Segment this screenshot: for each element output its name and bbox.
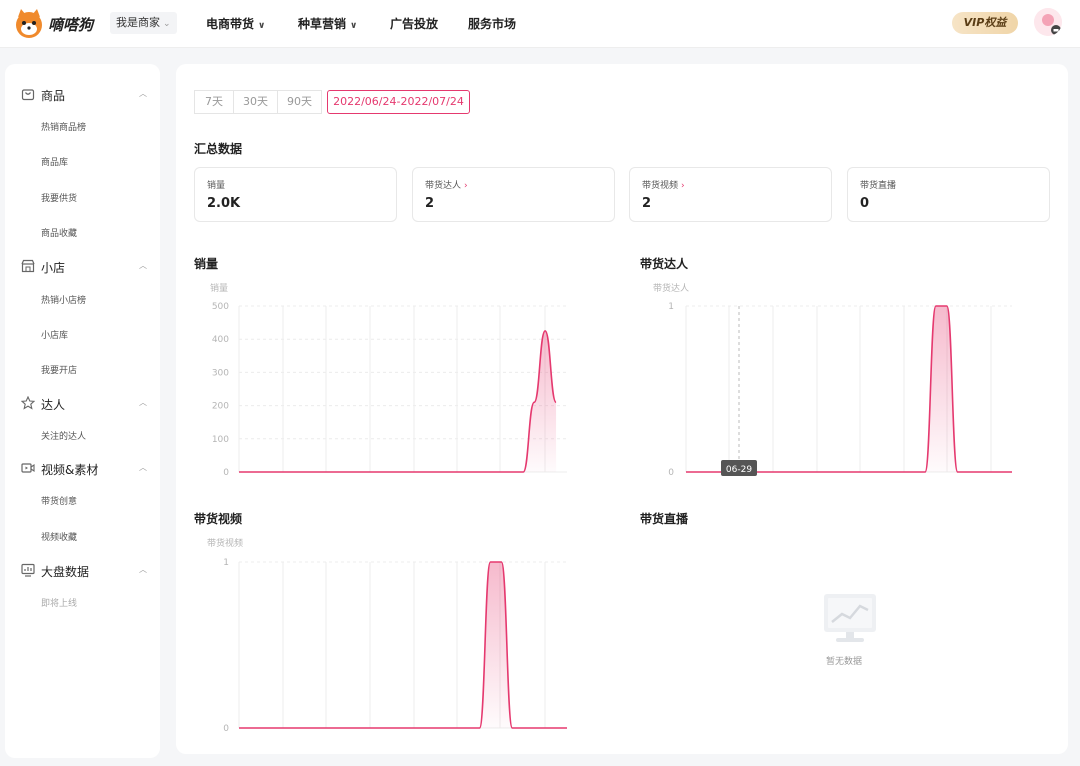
avatar[interactable]: [1034, 8, 1062, 36]
empty-text: 暂无数据: [826, 657, 863, 667]
chevron-right-icon: ›: [681, 181, 685, 191]
sidebar-section-label: 视频&素材: [41, 463, 99, 477]
tab-30d[interactable]: 30天: [233, 90, 278, 114]
card-value: 2: [642, 196, 652, 211]
nav-ecommerce-label: 电商带货: [206, 17, 255, 31]
tab-90d[interactable]: 90天: [277, 90, 322, 114]
dog-logo-icon[interactable]: [12, 7, 46, 41]
bag-icon: [21, 89, 35, 101]
sidebar-item-coming-soon: 即将上线: [41, 599, 78, 609]
chevron-up-icon: ︿: [139, 89, 147, 98]
sidebar-item-shop-library[interactable]: 小店库: [41, 328, 68, 341]
star-person-icon: [21, 396, 35, 410]
sidebar-section-label: 达人: [41, 398, 66, 412]
card-value: 2: [425, 196, 435, 211]
sidebar-section-label: 商品: [41, 89, 66, 103]
chevron-up-icon: ︿: [139, 261, 147, 270]
card-label: 带货视频: [642, 181, 679, 191]
top-header: 嘀嗒狗 我是商家 ⌄ 电商带货 ∨ 种草营销 ∨ 广告投放 服务市场 VIP权益: [0, 0, 1080, 48]
nav-ecommerce[interactable]: 电商带货 ∨: [206, 15, 265, 32]
sidebar-section-shop[interactable]: 小店 ︿: [21, 258, 151, 276]
chevron-down-icon: ⌄: [163, 19, 171, 29]
main-panel: 7天 30天 90天 2022/06/24-2022/07/24 汇总数据 销量…: [176, 64, 1068, 754]
sidebar: 商品 ︿ 热销商品榜 商品库 我要供货 商品收藏 小店 ︿ 热销小店榜 小店库 …: [5, 64, 160, 758]
sidebar-section-video[interactable]: 视频&素材 ︿: [21, 460, 151, 478]
live-panel-title: 带货直播: [640, 512, 689, 526]
chevron-down-icon: ∨: [258, 21, 266, 31]
nav-service-market-label: 服务市场: [468, 17, 517, 31]
vip-button[interactable]: VIP权益: [952, 12, 1018, 34]
role-selector-label: 我是商家: [116, 16, 160, 29]
tab-custom-range[interactable]: 2022/06/24-2022/07/24: [327, 90, 470, 114]
chevron-up-icon: ︿: [139, 565, 147, 574]
sidebar-item-open-shop[interactable]: 我要开店: [41, 363, 77, 376]
nav-marketing-label: 种草营销: [298, 17, 347, 31]
video-icon: [21, 463, 35, 473]
sidebar-section-label: 大盘数据: [41, 565, 90, 579]
sidebar-section-label: 小店: [41, 261, 66, 275]
role-selector[interactable]: 我是商家 ⌄: [110, 12, 177, 34]
empty-chart-icon: [824, 594, 876, 642]
card-label: 带货达人: [425, 181, 462, 191]
sidebar-item-supply[interactable]: 我要供货: [41, 191, 77, 204]
chart-title-sales: 销量: [194, 257, 219, 271]
sidebar-section-goods[interactable]: 商品 ︿: [21, 86, 151, 104]
card-value: 2.0K: [207, 196, 241, 211]
brand-name[interactable]: 嘀嗒狗: [48, 14, 93, 35]
sidebar-item-goods-library[interactable]: 商品库: [41, 155, 68, 168]
summary-card-live: 带货直播 0: [847, 167, 1050, 222]
chart-title-videos: 带货视频: [194, 512, 243, 526]
summary-card-videos[interactable]: 带货视频 › 2: [629, 167, 832, 222]
summary-card-sales: 销量 2.0K: [194, 167, 397, 222]
card-label: 销量: [207, 181, 226, 191]
nav-marketing[interactable]: 种草营销 ∨: [298, 15, 357, 32]
summary-title: 汇总数据: [194, 142, 243, 156]
nav-ads[interactable]: 广告投放: [390, 15, 438, 32]
card-value: 0: [860, 196, 870, 211]
sidebar-section-market-data[interactable]: 大盘数据 ︿: [21, 562, 151, 580]
chevron-up-icon: ︿: [139, 463, 147, 472]
sidebar-item-followed-influencers[interactable]: 关注的达人: [41, 429, 86, 442]
sidebar-item-creative[interactable]: 带货创意: [41, 494, 77, 507]
chevron-right-icon: ›: [464, 181, 468, 191]
tab-7d[interactable]: 7天: [194, 90, 234, 114]
sidebar-item-hot-shops[interactable]: 热销小店榜: [41, 293, 86, 306]
sidebar-section-influencer[interactable]: 达人 ︿: [21, 395, 151, 413]
nav-ads-label: 广告投放: [390, 17, 439, 31]
sidebar-item-video-favorites[interactable]: 视频收藏: [41, 530, 77, 543]
chart-title-influencers: 带货达人: [640, 257, 689, 271]
chevron-up-icon: ︿: [139, 398, 147, 407]
nav-service-market[interactable]: 服务市场: [468, 15, 516, 32]
chevron-down-icon: ∨: [350, 21, 358, 31]
shop-icon: [21, 259, 35, 273]
sidebar-item-hot-goods[interactable]: 热销商品榜: [41, 120, 86, 133]
sidebar-item-goods-favorites[interactable]: 商品收藏: [41, 226, 77, 239]
summary-card-influencers[interactable]: 带货达人 › 2: [412, 167, 615, 222]
card-label: 带货直播: [860, 181, 897, 191]
dashboard-icon: [21, 563, 35, 577]
